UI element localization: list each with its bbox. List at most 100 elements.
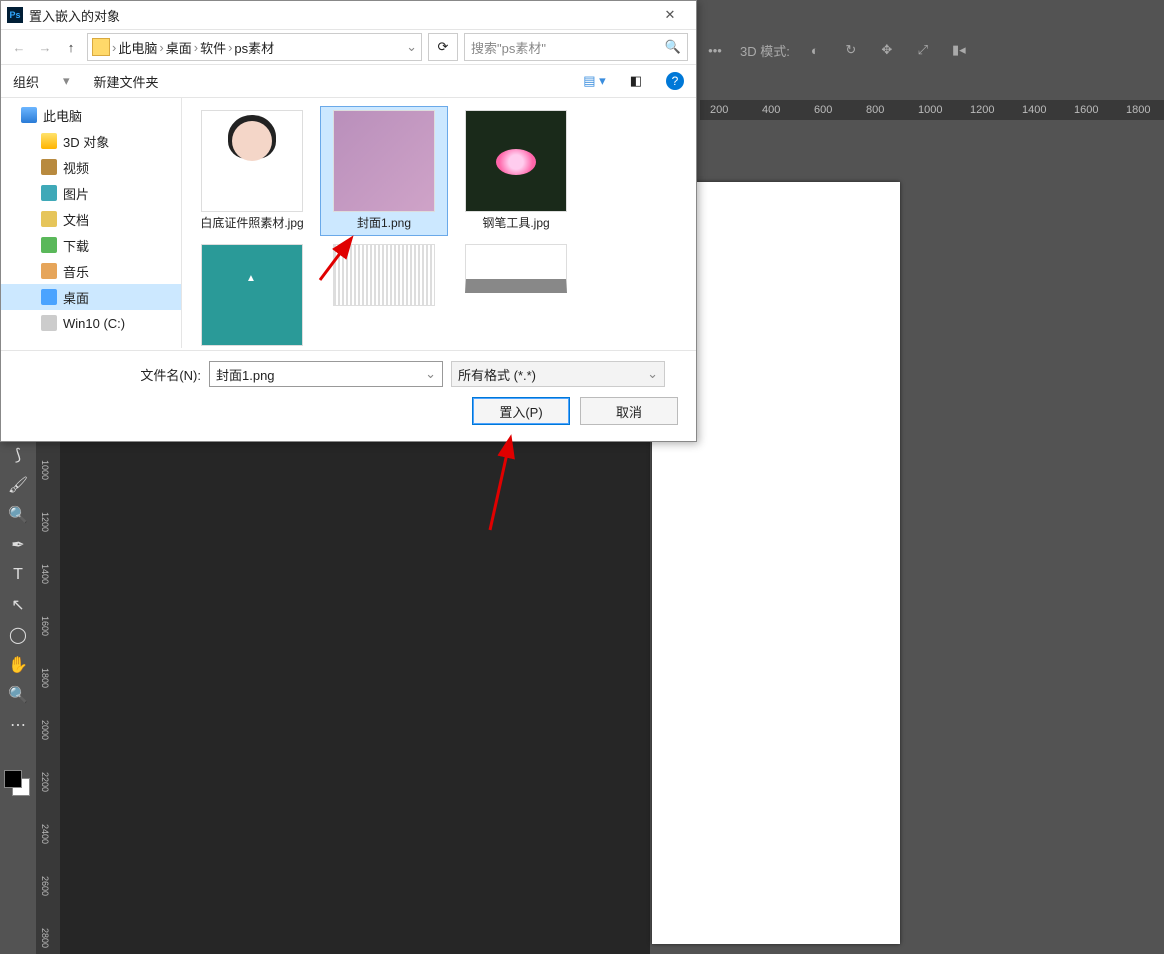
nav-up-icon[interactable]: ↑	[61, 37, 81, 57]
tool-shape[interactable]: ◯	[0, 620, 36, 650]
ruler-mark: 1600	[1074, 104, 1098, 116]
tree-label: 此电脑	[43, 106, 82, 125]
tree-item[interactable]: 音乐	[1, 258, 181, 284]
ruler-mark: 1200	[40, 512, 50, 532]
filename-input[interactable]: 封面1.png ⌄	[209, 361, 443, 387]
tree-item[interactable]: 文档	[1, 206, 181, 232]
file-name: 钢笔工具.jpg	[482, 216, 549, 232]
folder-icon	[41, 263, 57, 279]
folder-icon	[41, 133, 57, 149]
chevron-down-icon[interactable]: ⌄	[647, 366, 658, 382]
help-icon[interactable]: ?	[666, 72, 684, 90]
search-placeholder: 搜索"ps素材"	[471, 38, 546, 57]
dialog-title: 置入嵌入的对象	[29, 6, 120, 25]
scale-icon[interactable]: ⤢	[912, 39, 934, 61]
dialog-body: 此电脑 3D 对象视频图片文档下载音乐桌面 Win10 (C:) 白底证件照素材.j…	[1, 98, 696, 348]
tree-label: 视频	[63, 158, 89, 177]
foreground-color[interactable]	[4, 770, 22, 788]
tools-panel: ⟆ 🖌 🔍 ✒ T ↖ ◯ ✋ 🔍 ⋯	[0, 440, 36, 954]
horizontal-ruler: 200400600800100012001400160018002	[700, 100, 1164, 120]
tool-more[interactable]: ⋯	[0, 710, 36, 740]
tool-lasso[interactable]: ⟆	[0, 440, 36, 470]
cancel-button[interactable]: 取消	[580, 397, 678, 425]
file-thumbnail	[201, 110, 303, 212]
tree-label: 桌面	[63, 288, 89, 307]
tree-item[interactable]: 桌面	[1, 284, 181, 310]
ruler-mark: 2400	[40, 824, 50, 844]
dialog-titlebar[interactable]: Ps 置入嵌入的对象 ✕	[1, 1, 696, 30]
place-button[interactable]: 置入(P)	[472, 397, 570, 425]
ruler-mark: 1200	[970, 104, 994, 116]
file-thumbnail	[465, 244, 567, 293]
cancel-button-label: 取消	[616, 402, 642, 421]
dialog-navbar: ← → ↑ › 此电脑› 桌面› 软件› ps素材 ⌄ ⟳ 搜索"ps素材" 🔍	[1, 30, 696, 65]
format-value: 所有格式 (*.*)	[458, 365, 536, 384]
tool-pen[interactable]: ✒	[0, 530, 36, 560]
file-item[interactable]: 白底证件照素材.jpg	[188, 106, 316, 236]
nav-forward-icon[interactable]: →	[35, 37, 55, 57]
ruler-mark: 1400	[40, 564, 50, 584]
ruler-mark: 600	[814, 104, 832, 116]
preview-pane-icon[interactable]: ◧	[630, 73, 642, 89]
file-grid[interactable]: 白底证件照素材.jpg 封面1.png 钢笔工具.jpg 更换文字.jpg	[182, 98, 696, 348]
chevron-down-icon[interactable]: ⌄	[425, 366, 436, 382]
file-name: 封面1.png	[357, 216, 411, 232]
place-button-label: 置入(P)	[499, 402, 542, 421]
tree-item[interactable]: 下载	[1, 232, 181, 258]
tool-type[interactable]: T	[0, 560, 36, 590]
ruler-mark: 800	[866, 104, 884, 116]
rotate-icon[interactable]: ↻	[840, 39, 862, 61]
tool-brush[interactable]: 🖌	[0, 470, 36, 500]
folder-icon	[41, 211, 57, 227]
tree-item[interactable]: 3D 对象	[1, 128, 181, 154]
tree-item[interactable]: Win10 (C:)	[1, 310, 181, 336]
crumb[interactable]: 桌面	[166, 38, 192, 57]
options-bar: ••• 3D 模式: ◐ ↻ ✥ ⤢ ▮◂	[684, 30, 1164, 70]
tree-label: 下载	[63, 236, 89, 255]
tree-label: 文档	[63, 210, 89, 229]
view-mode-icon[interactable]: ▤ ▾	[583, 73, 605, 89]
crumb[interactable]: ps素材	[234, 38, 274, 57]
ruler-mark: 2800	[40, 928, 50, 948]
close-button[interactable]: ✕	[650, 1, 690, 29]
tree-item[interactable]: 此电脑	[1, 102, 181, 128]
tool-zoom[interactable]: 🔍	[0, 680, 36, 710]
tree-label: 图片	[63, 184, 89, 203]
new-folder-button[interactable]: 新建文件夹	[94, 72, 159, 91]
folder-icon	[41, 159, 57, 175]
search-input[interactable]: 搜索"ps素材" 🔍	[464, 33, 688, 61]
file-item[interactable]	[320, 240, 448, 348]
crumb[interactable]: 此电脑	[118, 38, 157, 57]
ruler-mark: 1000	[918, 104, 942, 116]
crumb[interactable]: 软件	[200, 38, 226, 57]
ruler-mark: 1800	[1126, 104, 1150, 116]
nav-back-icon[interactable]: ←	[9, 37, 29, 57]
file-item[interactable]: 封面1.png	[320, 106, 448, 236]
dialog-footer: 文件名(N): 封面1.png ⌄ 所有格式 (*.*) ⌄ 置入(P) 取消	[1, 350, 696, 441]
tree-item[interactable]: 图片	[1, 180, 181, 206]
folder-tree[interactable]: 此电脑 3D 对象视频图片文档下载音乐桌面 Win10 (C:)	[1, 98, 182, 348]
tree-label: Win10 (C:)	[63, 316, 125, 331]
camera-icon[interactable]: ▮◂	[948, 39, 970, 61]
move-icon[interactable]: ✥	[876, 39, 898, 61]
color-swatch[interactable]	[4, 770, 28, 794]
tool-zoom-brush[interactable]: 🔍	[0, 500, 36, 530]
breadcrumb[interactable]: › 此电脑› 桌面› 软件› ps素材 ⌄	[87, 33, 422, 61]
file-item[interactable]	[452, 240, 580, 348]
file-item[interactable]: 钢笔工具.jpg	[452, 106, 580, 236]
tree-item[interactable]: 视频	[1, 154, 181, 180]
tool-hand[interactable]: ✋	[0, 650, 36, 680]
format-select[interactable]: 所有格式 (*.*) ⌄	[451, 361, 665, 387]
organize-menu[interactable]: 组织	[13, 72, 39, 91]
orbit-icon[interactable]: ◐	[804, 39, 826, 61]
place-embedded-dialog: Ps 置入嵌入的对象 ✕ ← → ↑ › 此电脑› 桌面› 软件› ps素材 ⌄…	[0, 0, 697, 442]
file-name: 白底证件照素材.jpg	[200, 216, 303, 232]
folder-icon	[41, 315, 57, 331]
more-icon[interactable]: •••	[704, 39, 726, 61]
tool-path[interactable]: ↖	[0, 590, 36, 620]
file-item[interactable]: 更换文字.jpg	[188, 240, 316, 348]
refresh-button[interactable]: ⟳	[428, 33, 458, 61]
tree-label: 3D 对象	[63, 132, 109, 151]
folder-icon	[41, 237, 57, 253]
folder-icon	[92, 38, 110, 56]
